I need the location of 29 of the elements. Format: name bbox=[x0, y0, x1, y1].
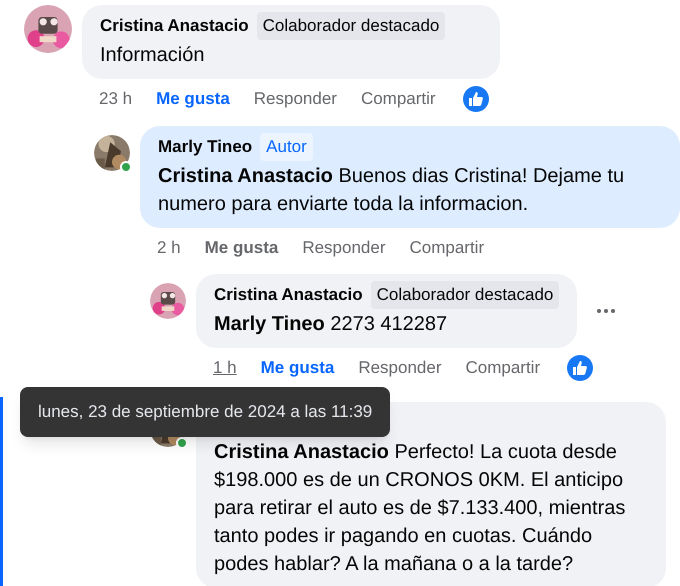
reply-link[interactable]: Responder bbox=[302, 235, 386, 261]
mention-link[interactable]: Cristina Anastacio bbox=[214, 441, 389, 463]
like-reaction-icon[interactable] bbox=[567, 355, 594, 381]
mention-link[interactable]: Marly Tineo bbox=[214, 313, 325, 335]
comment-text: Marly Tineo 2273 412287 bbox=[214, 312, 448, 337]
timestamp-link[interactable]: 1 h bbox=[213, 355, 237, 381]
comment-text: Información bbox=[100, 43, 206, 68]
timestamp-link[interactable]: 23 h bbox=[99, 86, 132, 112]
share-link[interactable]: Compartir bbox=[466, 355, 540, 381]
author-name[interactable]: Cristina Anastacio bbox=[214, 282, 363, 308]
author-badge: Autor bbox=[260, 133, 313, 161]
timestamp-link[interactable]: 2 h bbox=[157, 235, 181, 261]
more-options-icon[interactable] bbox=[596, 308, 616, 314]
comment-text: Cristina Anastacio Buenos dias Cristina! Dejame tu numero para enviarte toda la informacion. bbox=[158, 164, 626, 217]
fan-badge: Colaborador destacado bbox=[370, 281, 560, 309]
like-link[interactable]: Me gusta bbox=[204, 235, 278, 261]
author-name[interactable]: Marly Tineo bbox=[158, 134, 252, 160]
reply-link[interactable]: Responder bbox=[254, 86, 337, 112]
like-reaction-icon[interactable] bbox=[462, 86, 489, 112]
mention-link[interactable]: Cristina Anastacio bbox=[158, 165, 333, 187]
share-link[interactable]: Compartir bbox=[410, 235, 484, 261]
like-link[interactable]: Me gusta bbox=[156, 86, 230, 112]
author-name[interactable]: Cristina Anastacio bbox=[100, 13, 249, 39]
comment-text: Cristina Anastacio Perfecto! La cuota desde $198.000 es de un CRONOS 0KM. El anticipo para retirar el auto es de $7.133.400, mientras tanto podes ir pagando en cuotas. Cuándo podes hablar? A la mañana o a la tarde? bbox=[214, 440, 626, 577]
share-link[interactable]: Compartir bbox=[360, 86, 436, 112]
date-tooltip: lunes, 23 de septiembre de 2024 a las 11:39 bbox=[20, 387, 390, 436]
like-link[interactable]: Me gusta bbox=[260, 355, 334, 381]
fan-badge: Colaborador destacado bbox=[256, 12, 446, 40]
reply-link[interactable]: Responder bbox=[358, 355, 442, 381]
